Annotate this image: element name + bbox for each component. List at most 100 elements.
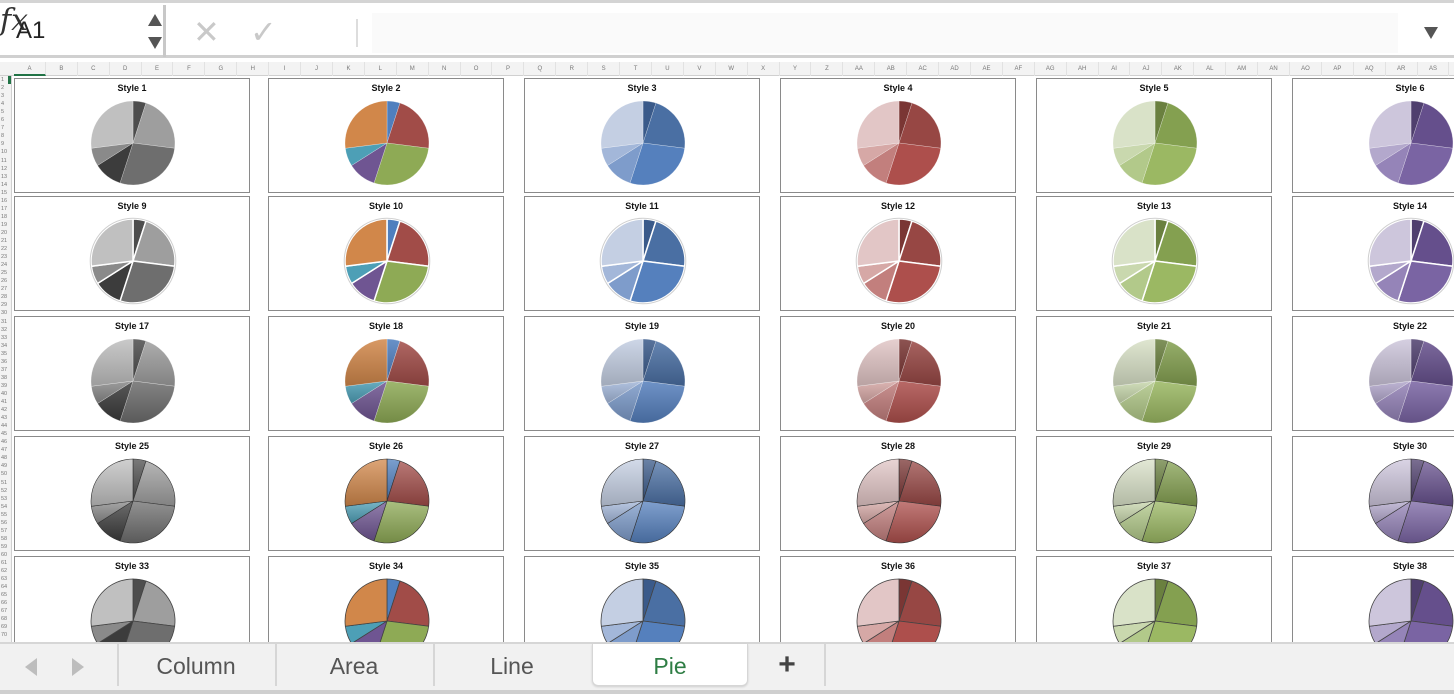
column-header-cell[interactable]: AQ [1354, 62, 1386, 76]
column-header-cell[interactable]: AR [1386, 62, 1418, 76]
column-header-cell[interactable]: AG [1035, 62, 1067, 76]
tab-line[interactable]: Line [433, 644, 589, 686]
row-header-cell[interactable]: 69 [0, 623, 11, 631]
column-header-cell[interactable]: N [429, 62, 461, 76]
pie-slice[interactable] [90, 100, 134, 149]
pie-slice[interactable] [856, 578, 900, 627]
row-header-cell[interactable]: 53 [0, 495, 11, 503]
pie-slice[interactable] [90, 338, 134, 387]
row-header-cell[interactable]: 22 [0, 245, 11, 253]
row-header-cell[interactable]: 38 [0, 374, 11, 382]
column-header-cell[interactable]: W [716, 62, 748, 76]
row-header-cell[interactable]: 21 [0, 237, 11, 245]
previous-sheet-icon[interactable] [25, 658, 37, 676]
pie-chart[interactable]: Style 27 [524, 436, 760, 551]
row-header-cell[interactable]: 54 [0, 503, 11, 511]
row-header-cell[interactable]: 16 [0, 197, 11, 205]
column-header-cell[interactable]: C [78, 62, 110, 76]
row-header-cell[interactable]: 35 [0, 350, 11, 358]
pie-chart[interactable]: Style 20 [780, 316, 1016, 431]
row-header-cell[interactable]: 67 [0, 607, 11, 615]
pie-slice[interactable] [856, 458, 900, 507]
sheet-grid[interactable]: Style 1 Style 2 Style 3 Style 4 Style 5 Style… [12, 76, 1454, 642]
row-header-cell[interactable]: 64 [0, 583, 11, 591]
row-header-cell[interactable]: 56 [0, 519, 11, 527]
pie-chart[interactable]: Style 9 [14, 196, 250, 311]
row-header-cell[interactable]: 9 [0, 140, 11, 148]
pie-slice[interactable] [90, 578, 134, 627]
row-header-cell[interactable]: 61 [0, 559, 11, 567]
pie-chart[interactable]: Style 5 [1036, 78, 1272, 193]
pie-slice[interactable] [1368, 458, 1412, 507]
pie-chart[interactable]: Style 4 [780, 78, 1016, 193]
row-header-cell[interactable]: 46 [0, 438, 11, 446]
row-header-cell[interactable]: 13 [0, 173, 11, 181]
row-header-cell[interactable]: 34 [0, 342, 11, 350]
formula-input[interactable] [372, 13, 1398, 53]
column-header-cell[interactable]: K [333, 62, 365, 76]
pie-slice[interactable] [90, 218, 134, 268]
pie-chart[interactable]: Style 2 [268, 78, 504, 193]
pie-slice[interactable] [1368, 218, 1412, 268]
pie-slice[interactable] [1112, 338, 1156, 387]
column-header-cell[interactable]: R [556, 62, 589, 76]
pie-slice[interactable] [344, 100, 388, 149]
column-header-cell[interactable]: F [174, 62, 206, 76]
pie-chart[interactable]: Style 28 [780, 436, 1016, 551]
row-header-cell[interactable]: 52 [0, 487, 11, 495]
column-header-cell[interactable]: AA [843, 62, 876, 76]
row-header-cell[interactable]: 27 [0, 285, 11, 293]
row-header-cell[interactable]: 60 [0, 551, 11, 559]
column-header-cell[interactable]: AF [1003, 62, 1035, 76]
row-header-cell[interactable]: 70 [0, 631, 11, 639]
pie-chart[interactable]: Style 13 [1036, 196, 1272, 311]
row-header-cell[interactable]: 37 [0, 366, 11, 374]
column-header-cell[interactable]: V [684, 62, 716, 76]
pie-chart[interactable]: Style 19 [524, 316, 760, 431]
row-header-cell[interactable]: 6 [0, 116, 11, 124]
add-sheet-button[interactable]: + [750, 644, 826, 686]
pie-chart[interactable]: Style 12 [780, 196, 1016, 311]
row-header-cell[interactable]: 47 [0, 446, 11, 454]
row-header-cell[interactable]: 29 [0, 301, 11, 309]
row-header-cell[interactable]: 8 [0, 132, 11, 140]
pie-slice[interactable] [856, 338, 900, 387]
pie-chart[interactable]: Style 26 [268, 436, 504, 551]
pie-chart[interactable]: Style 35 [524, 556, 760, 642]
pie-chart[interactable]: Style 22 [1292, 316, 1454, 431]
row-header-cell[interactable]: 17 [0, 205, 11, 213]
next-sheet-icon[interactable] [72, 658, 84, 676]
row-header-cell[interactable]: 55 [0, 511, 11, 519]
pie-chart[interactable]: Style 14 [1292, 196, 1454, 311]
column-header-cell[interactable]: B [46, 62, 78, 76]
column-header-cell[interactable]: T [620, 62, 652, 76]
tab-area[interactable]: Area [275, 644, 431, 686]
pie-slice[interactable] [1112, 218, 1156, 268]
row-header-cell[interactable]: 18 [0, 213, 11, 221]
row-header-cell[interactable]: 50 [0, 470, 11, 478]
tab-pie[interactable]: Pie [592, 644, 748, 686]
pie-slice[interactable] [344, 338, 388, 387]
row-header-cell[interactable]: 25 [0, 269, 11, 277]
column-header-cell[interactable]: U [652, 62, 684, 76]
pie-chart[interactable]: Style 1 [14, 78, 250, 193]
row-header-cell[interactable]: 12 [0, 165, 11, 173]
column-header-cell[interactable]: S [588, 62, 621, 76]
row-header-cell[interactable]: 58 [0, 535, 11, 543]
row-header-cell[interactable]: 26 [0, 277, 11, 285]
name-box[interactable]: A1 [0, 5, 166, 57]
row-header-cell[interactable]: 41 [0, 398, 11, 406]
pie-chart[interactable]: Style 10 [268, 196, 504, 311]
row-header-cell[interactable]: 39 [0, 382, 11, 390]
column-header-cell[interactable]: G [205, 62, 238, 76]
column-header-cell[interactable]: AJ [1131, 62, 1163, 76]
pie-slice[interactable] [1368, 338, 1412, 387]
tab-column[interactable]: Column [117, 644, 273, 686]
name-box-down-icon[interactable] [148, 37, 162, 49]
row-header-cell[interactable]: 32 [0, 326, 11, 334]
row-header-cell[interactable]: 11 [0, 157, 11, 165]
pie-chart[interactable]: Style 25 [14, 436, 250, 551]
column-header-cell[interactable]: Q [524, 62, 557, 76]
pie-chart[interactable]: Style 21 [1036, 316, 1272, 431]
pie-slice[interactable] [856, 100, 900, 149]
